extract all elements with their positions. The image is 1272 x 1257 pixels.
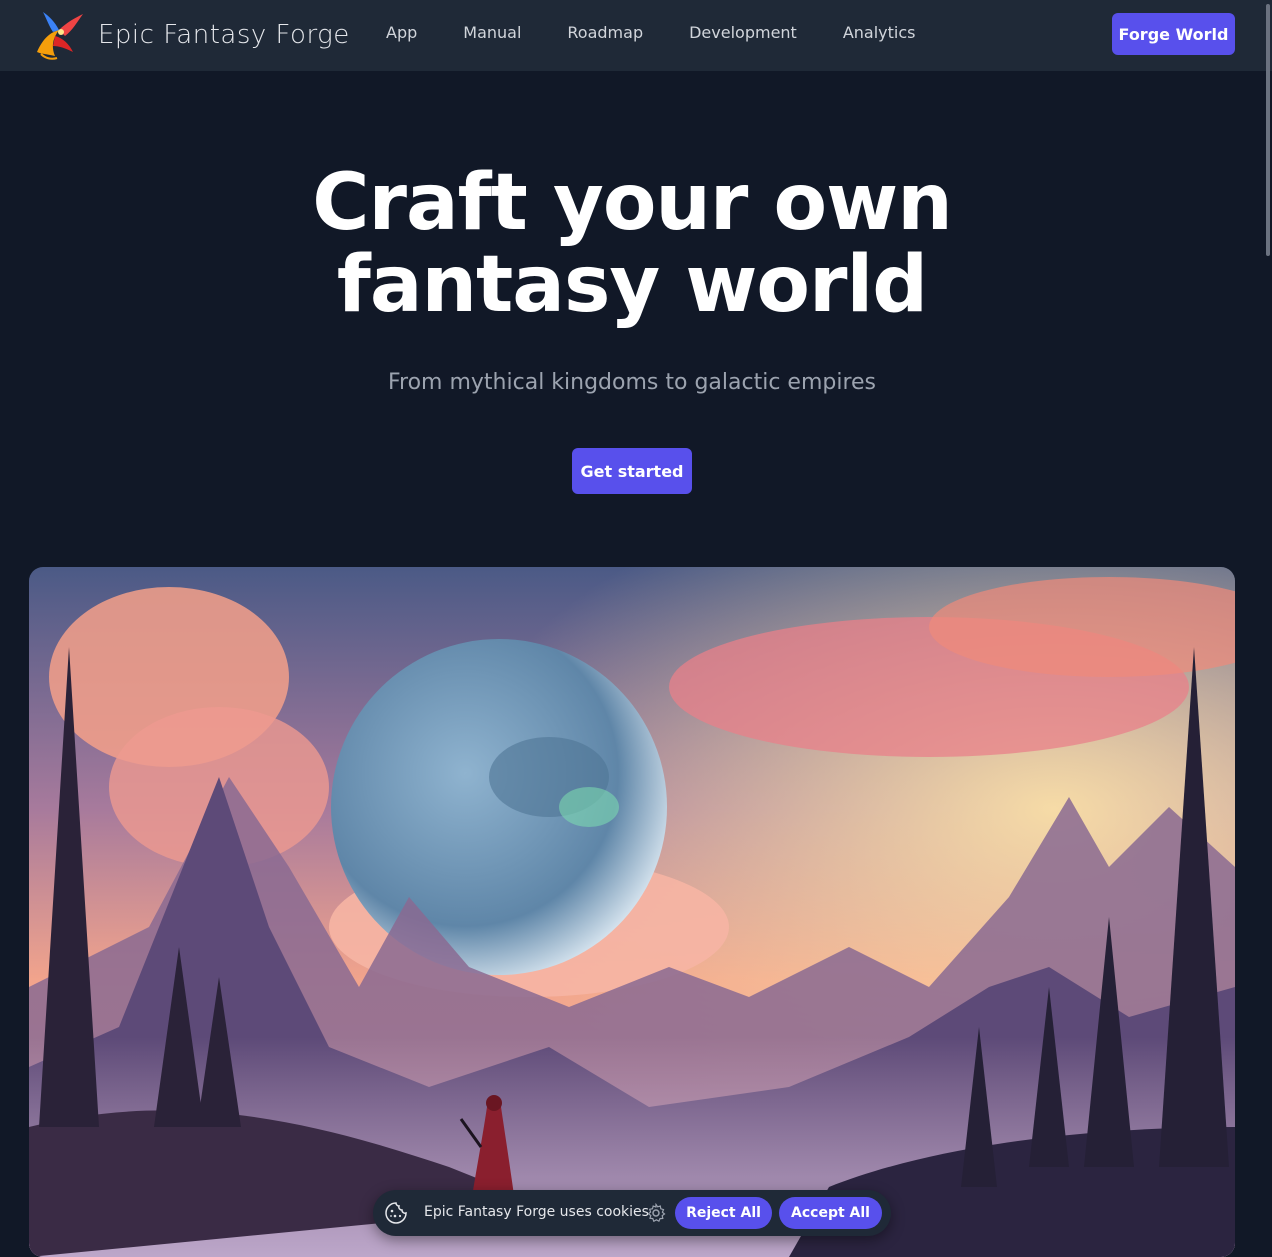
- nav-link-manual[interactable]: Manual: [463, 23, 521, 42]
- hero-title: Craft your own fantasy world: [0, 162, 1264, 326]
- hero-subtitle: From mythical kingdoms to galactic empir…: [387, 370, 877, 395]
- nav-link-roadmap[interactable]: Roadmap: [567, 23, 643, 42]
- scrollbar-thumb[interactable]: [1266, 4, 1270, 256]
- hero-title-line-1: Craft your own: [312, 158, 952, 248]
- phoenix-logo-icon: [37, 12, 83, 60]
- brand-name: Epic Fantasy Forge: [98, 20, 350, 50]
- reject-all-button[interactable]: Reject All: [675, 1197, 772, 1229]
- main-nav: App Manual Roadmap Development Analytics: [386, 23, 961, 42]
- cookie-icon: [385, 1202, 407, 1224]
- fantasy-landscape-illustration: [29, 567, 1235, 1257]
- nav-link-analytics[interactable]: Analytics: [843, 23, 916, 42]
- top-navbar: Epic Fantasy Forge App Manual Roadmap De…: [0, 0, 1272, 71]
- nav-link-app[interactable]: App: [386, 23, 417, 42]
- accept-all-button[interactable]: Accept All: [779, 1197, 882, 1229]
- brand[interactable]: Epic Fantasy Forge: [29, 8, 350, 62]
- gear-icon[interactable]: [646, 1203, 666, 1223]
- hero-title-line-2: fantasy world: [336, 240, 928, 330]
- nav-link-development[interactable]: Development: [689, 23, 797, 42]
- hero-fantasy-image: [29, 567, 1235, 1257]
- forge-world-button[interactable]: Forge World: [1112, 13, 1235, 55]
- get-started-button[interactable]: Get started: [572, 448, 692, 494]
- cookie-banner: Epic Fantasy Forge uses cookies Reject A…: [373, 1190, 891, 1236]
- cookie-message: Epic Fantasy Forge uses cookies: [424, 1204, 649, 1220]
